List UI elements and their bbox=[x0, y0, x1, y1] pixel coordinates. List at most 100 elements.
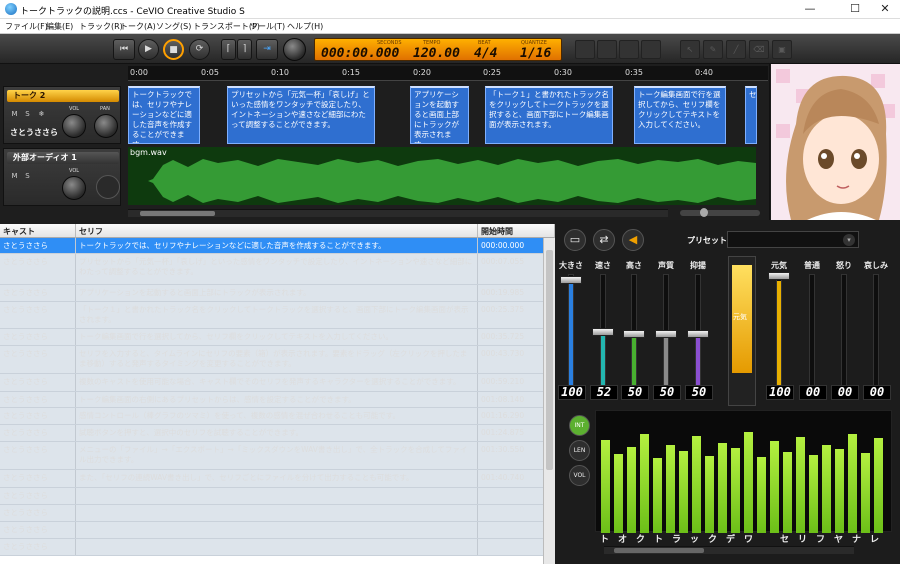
spectrum-bar[interactable] bbox=[744, 431, 753, 533]
spectrum-bar[interactable] bbox=[783, 451, 792, 533]
volume-knob[interactable] bbox=[62, 114, 86, 138]
table-row[interactable]: さとうささら トーク編集画面で行を選択してから、セリフ欄をクリックしてテキストを入… bbox=[0, 329, 543, 346]
serif-column-header[interactable]: セリフ bbox=[76, 224, 478, 238]
maximize-button[interactable]: ☐ bbox=[840, 0, 870, 19]
table-row[interactable]: さとうささら アプリケーションを起動すると画面上部にトラックが表示されます。 000… bbox=[0, 285, 543, 302]
menu-edit[interactable]: 編集(E) bbox=[46, 21, 73, 32]
cast-cell[interactable]: さとうささら bbox=[0, 254, 76, 284]
serif-cell[interactable]: また、「セリフの連続WAV書き出し」で、セリフごとにファイルを分けて出力すること… bbox=[76, 470, 478, 487]
emotion-meter[interactable]: 元気 bbox=[728, 256, 756, 406]
cast-cell[interactable]: さとうささら bbox=[0, 442, 76, 469]
spectrum-bar[interactable] bbox=[770, 440, 779, 533]
timeline-hscroll[interactable] bbox=[128, 209, 668, 217]
serif-cell[interactable]: トークトラックでは、セリフやナレーションなどに適した音声を作成することができます… bbox=[76, 238, 478, 253]
table-row[interactable]: さとうささら セリフを入力すると、タイムラインにセリフの要素（箱）が表示されます。… bbox=[0, 346, 543, 374]
table-row[interactable]: さとうささら bbox=[0, 539, 543, 556]
len-button[interactable]: LEN bbox=[569, 440, 590, 461]
table-row[interactable]: さとうささら bbox=[0, 488, 543, 505]
spectrum-bar[interactable] bbox=[692, 436, 701, 533]
settings-icon[interactable]: ❄ bbox=[36, 109, 47, 120]
zoom-thumb[interactable] bbox=[700, 208, 708, 217]
spectrum-bar[interactable] bbox=[614, 453, 623, 533]
solo-button[interactable]: S bbox=[22, 109, 33, 120]
start-time-cell[interactable]: 000:00.000 bbox=[478, 238, 543, 253]
start-time-cell[interactable]: 000:35.725 bbox=[478, 329, 543, 345]
pointer-tool-button[interactable]: ↖ bbox=[680, 40, 700, 59]
talk-block[interactable]: トーク編集画面で行を選択してから、セリフ欄をクリックしてテキストを入力してくださ… bbox=[634, 86, 726, 144]
spectrum-bar[interactable] bbox=[627, 447, 636, 533]
serif-cell[interactable] bbox=[76, 539, 478, 555]
serif-cell[interactable]: 複数のキャストを使用可能な場合、キャスト欄でそのセリフを発声するキャラクターを選… bbox=[76, 374, 478, 391]
cast-cell[interactable]: さとうささら bbox=[0, 425, 76, 441]
start-time-cell[interactable]: 001:16.290 bbox=[478, 408, 543, 424]
slider-thumb[interactable] bbox=[592, 327, 614, 336]
start-time-cell[interactable] bbox=[478, 539, 543, 555]
table-row[interactable]: さとうささら また、「セリフの連続WAV書き出し」で、セリフごとにファイルを分けて… bbox=[0, 470, 543, 488]
spectrum-hscroll[interactable] bbox=[604, 546, 854, 554]
tool-ghost-4[interactable] bbox=[641, 40, 661, 59]
serif-cell[interactable]: メニューの「ファイル」→「エクスポート」→「ミックスダウンをWAV書き出し」で、… bbox=[76, 442, 478, 469]
cast-cell[interactable]: さとうささら bbox=[0, 408, 76, 424]
volume-knob[interactable] bbox=[62, 176, 86, 200]
spectrum-bar[interactable] bbox=[653, 458, 662, 533]
cast-cell[interactable]: さとうささら bbox=[0, 285, 76, 301]
spectrum-bar[interactable] bbox=[861, 452, 870, 533]
tempo-value[interactable]: 120.00 bbox=[413, 46, 460, 61]
record-button[interactable] bbox=[96, 175, 120, 199]
start-time-cell[interactable] bbox=[478, 505, 543, 521]
marker-right-button[interactable]: ⌉ bbox=[237, 39, 252, 60]
slider-track[interactable] bbox=[568, 274, 574, 394]
spectrum-bar[interactable] bbox=[718, 442, 727, 533]
serif-cell[interactable] bbox=[76, 505, 478, 521]
speaker-icon[interactable]: ◀ bbox=[622, 229, 644, 251]
start-time-cell[interactable]: 000:43.730 bbox=[478, 346, 543, 373]
grid-vscroll[interactable] bbox=[543, 238, 555, 564]
emotion-track[interactable] bbox=[841, 274, 847, 394]
tool-ghost-2[interactable] bbox=[597, 40, 617, 59]
start-time-cell[interactable]: 000:07.055 bbox=[478, 254, 543, 284]
menu-tools[interactable]: ツール(T) bbox=[250, 21, 285, 32]
serif-cell[interactable] bbox=[76, 488, 478, 504]
spectrum-bar[interactable] bbox=[835, 449, 844, 533]
talk-block[interactable]: セ bbox=[745, 86, 757, 144]
table-row[interactable]: さとうささら トーク編集画面の右側にあるプリセットからは、感情を設定することができ… bbox=[0, 392, 543, 408]
table-row[interactable]: さとうささら bbox=[0, 505, 543, 522]
table-row[interactable]: さとうささら 「トーク１」と書かれたトラック名をクリックしてトークトラックを選択す… bbox=[0, 302, 543, 329]
scroll-thumb[interactable] bbox=[546, 250, 553, 470]
emotion-track[interactable] bbox=[809, 274, 815, 394]
tool-ghost-3[interactable] bbox=[619, 40, 639, 59]
start-time-cell[interactable]: 001:08.140 bbox=[478, 392, 543, 407]
quantize-value[interactable]: 1/16 bbox=[520, 46, 551, 61]
talk-block[interactable]: プリセットから「元気一杯」「哀しげ」といった感情をワンタッチで設定したり、イント… bbox=[227, 86, 375, 144]
spectrum-bar[interactable] bbox=[705, 456, 714, 533]
mute-button[interactable]: M bbox=[9, 171, 20, 182]
play-button[interactable]: ▶ bbox=[138, 39, 159, 60]
line-tool-button[interactable]: ╱ bbox=[726, 40, 746, 59]
eraser-tool-button[interactable]: ⌫ bbox=[749, 40, 769, 59]
vol-button[interactable]: VOL bbox=[569, 465, 590, 486]
serif-cell[interactable] bbox=[76, 522, 478, 538]
menu-song[interactable]: ソング(S) bbox=[156, 21, 191, 32]
start-time-cell[interactable]: 000:19.985 bbox=[478, 285, 543, 301]
int-button[interactable]: INT bbox=[569, 415, 590, 436]
menu-file[interactable]: ファイル(F) bbox=[5, 21, 48, 32]
spectrum-bar[interactable] bbox=[757, 457, 766, 533]
close-button[interactable]: ✕ bbox=[870, 0, 900, 19]
start-time-cell[interactable]: 001:30.550 bbox=[478, 442, 543, 469]
start-time-cell[interactable] bbox=[478, 522, 543, 538]
slider-thumb[interactable] bbox=[560, 276, 582, 284]
audio-track-header[interactable]: 外部オーディオ 1 M S VOL bbox=[3, 148, 121, 206]
marker-left-button[interactable]: ⌈ bbox=[221, 39, 236, 60]
spectrum-bar[interactable] bbox=[796, 437, 805, 533]
cast-cell[interactable]: さとうささら bbox=[0, 238, 76, 253]
track-name-talk2[interactable]: トーク 2 bbox=[7, 90, 119, 102]
cast-column-header[interactable]: キャスト bbox=[0, 224, 76, 238]
cast-cell[interactable]: さとうささら bbox=[0, 522, 76, 538]
spectrum-bar[interactable] bbox=[822, 445, 831, 533]
cast-cell[interactable]: さとうささら bbox=[0, 488, 76, 504]
spectrum-bar[interactable] bbox=[848, 434, 857, 533]
master-volume-knob[interactable] bbox=[283, 38, 306, 61]
zoom-slider[interactable] bbox=[680, 208, 760, 217]
cast-cell[interactable]: さとうささら bbox=[0, 302, 76, 328]
start-time-cell[interactable]: 000:59.210 bbox=[478, 374, 543, 391]
